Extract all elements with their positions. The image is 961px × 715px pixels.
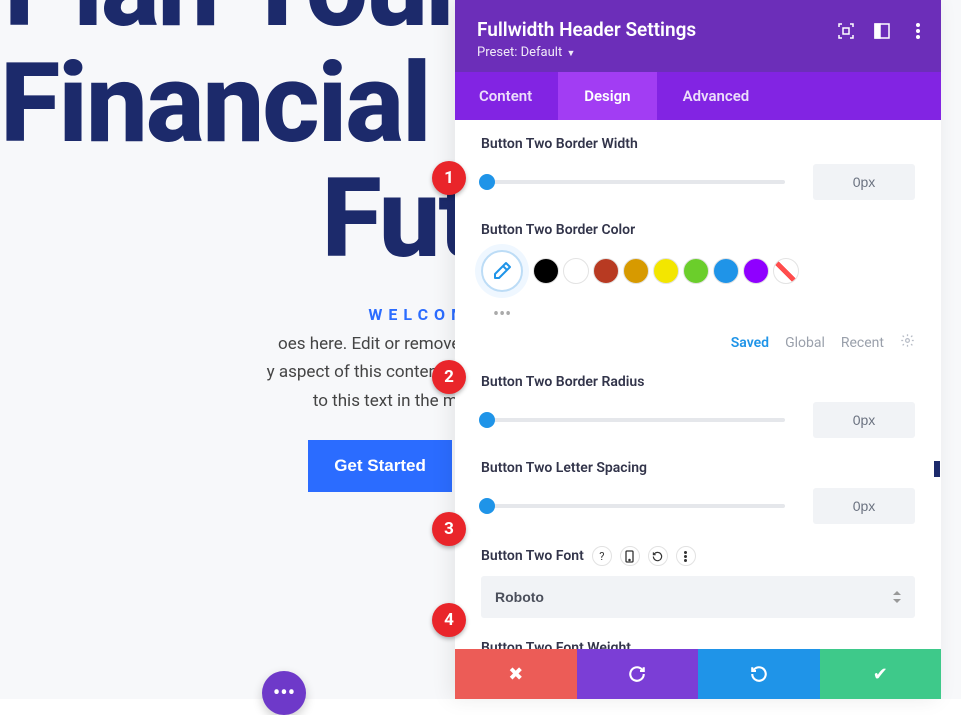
slider-thumb[interactable] <box>479 412 495 428</box>
check-icon: ✔ <box>873 664 888 685</box>
color-picker-eyedropper[interactable] <box>481 250 523 292</box>
panel-body[interactable]: Button Two Border Width Button Two Borde… <box>455 120 941 649</box>
swatch-brick[interactable] <box>593 258 619 284</box>
preset-dropdown[interactable]: Preset: Default ▼ <box>477 45 919 60</box>
annotation-3: 3 <box>432 512 466 546</box>
undo-button[interactable] <box>577 649 699 699</box>
label-border-radius: Button Two Border Radius <box>481 374 915 390</box>
cancel-button[interactable]: ✖ <box>455 649 577 699</box>
tab-content[interactable]: Content <box>455 72 558 120</box>
redo-button[interactable] <box>698 649 820 699</box>
swatch-yellow[interactable] <box>653 258 679 284</box>
panel-tabs: Content Design Advanced <box>455 72 941 120</box>
tab-design[interactable]: Design <box>558 72 656 120</box>
slider-border-radius[interactable] <box>481 418 785 422</box>
select-font[interactable]: Roboto <box>481 576 915 618</box>
slider-thumb[interactable] <box>479 174 495 190</box>
control-border-color: Button Two Border Color ••• Saved Global <box>481 222 915 352</box>
save-button[interactable]: ✔ <box>820 649 942 699</box>
label-letter-spacing: Button Two Letter Spacing <box>481 460 915 476</box>
close-icon: ✖ <box>508 664 523 685</box>
slider-thumb[interactable] <box>479 498 495 514</box>
label-border-width: Button Two Border Width <box>481 136 915 152</box>
kebab-icon[interactable] <box>676 546 696 566</box>
slider-letter-spacing[interactable] <box>481 504 785 508</box>
annotation-1: 1 <box>432 161 466 195</box>
panel-header: Fullwidth Header Settings Preset: Defaul… <box>455 0 941 72</box>
help-icon[interactable]: ? <box>592 546 612 566</box>
expand-icon[interactable] <box>837 22 855 40</box>
swatch-green[interactable] <box>683 258 709 284</box>
redo-icon <box>750 665 768 683</box>
annotation-2: 2 <box>432 360 466 394</box>
swatch-black[interactable] <box>533 258 559 284</box>
swatch-white[interactable] <box>563 258 589 284</box>
snap-left-icon[interactable] <box>873 22 891 40</box>
kebab-menu-icon[interactable] <box>909 22 927 40</box>
label-font-weight: Button Two Font Weight <box>481 640 915 649</box>
slider-border-width[interactable] <box>481 180 785 184</box>
label-border-color: Button Two Border Color <box>481 222 915 238</box>
get-started-button[interactable]: Get Started <box>308 440 452 492</box>
tab-advanced[interactable]: Advanced <box>657 72 776 120</box>
reset-icon[interactable] <box>648 546 668 566</box>
palette-tab-recent[interactable]: Recent <box>841 335 884 351</box>
control-border-width: Button Two Border Width <box>481 136 915 200</box>
annotation-4: 4 <box>432 603 466 637</box>
palette-settings-gear-icon[interactable] <box>900 333 915 352</box>
responsive-icon[interactable] <box>620 546 640 566</box>
swatch-transparent[interactable] <box>773 258 799 284</box>
caret-down-icon: ▼ <box>564 49 575 59</box>
more-swatches-icon[interactable]: ••• <box>481 300 915 325</box>
swatch-purple[interactable] <box>743 258 769 284</box>
input-border-width[interactable] <box>813 164 915 200</box>
control-border-radius: Button Two Border Radius <box>481 374 915 438</box>
panel-footer: ✖ ✔ <box>455 649 941 699</box>
eyedropper-icon <box>492 261 512 281</box>
swatch-blue[interactable] <box>713 258 739 284</box>
input-letter-spacing[interactable] <box>813 488 915 524</box>
page-fab-button[interactable]: ••• <box>262 671 306 715</box>
palette-tab-global[interactable]: Global <box>785 335 825 351</box>
label-font: Button Two Font <box>481 548 584 564</box>
settings-panel: Fullwidth Header Settings Preset: Defaul… <box>455 0 941 699</box>
control-font-weight: Button Two Font Weight Medium <box>481 640 915 649</box>
color-swatches <box>481 250 915 292</box>
palette-tab-saved[interactable]: Saved <box>731 335 769 351</box>
palette-tabs: Saved Global Recent <box>481 333 915 352</box>
undo-icon <box>628 665 646 683</box>
control-letter-spacing: Button Two Letter Spacing <box>481 460 915 524</box>
scrollbar-indicator <box>934 461 940 477</box>
input-border-radius[interactable] <box>813 402 915 438</box>
swatch-amber[interactable] <box>623 258 649 284</box>
control-font: Button Two Font ? Roboto <box>481 546 915 618</box>
ellipsis-icon: ••• <box>273 681 295 706</box>
